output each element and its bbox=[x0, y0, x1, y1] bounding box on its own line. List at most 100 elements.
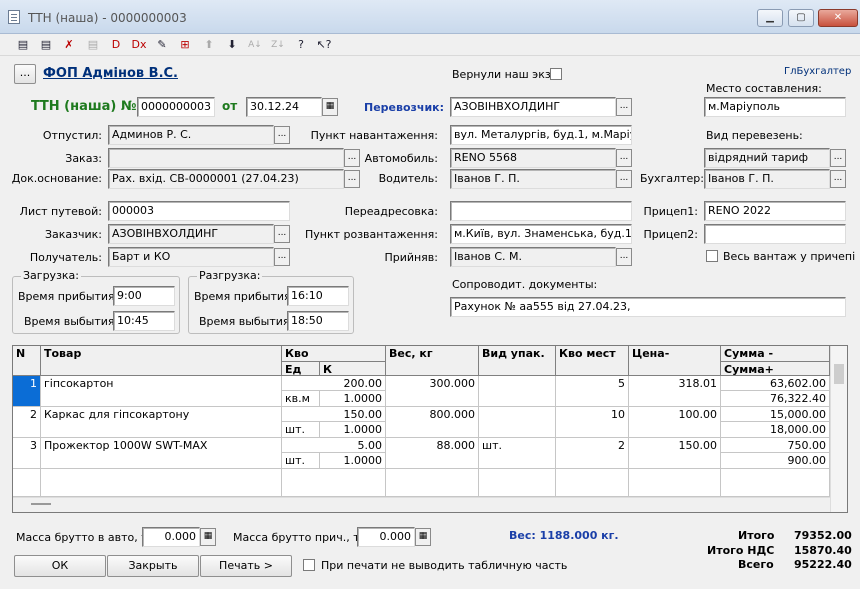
carrier-select-button[interactable]: ... bbox=[616, 98, 632, 116]
move-down-icon[interactable]: ⬇ bbox=[224, 37, 240, 53]
loading-departure-field[interactable]: 10:45 bbox=[113, 311, 175, 331]
released-field[interactable]: Админов Р. С. bbox=[108, 125, 274, 145]
horizontal-scrollbar[interactable] bbox=[13, 497, 830, 512]
place-field[interactable]: м.Маріуполь bbox=[704, 97, 846, 117]
select-org-button[interactable]: ... bbox=[14, 64, 36, 84]
col-header-places[interactable]: Кво мест bbox=[556, 346, 629, 376]
scroll-thumb[interactable] bbox=[834, 364, 844, 384]
sort-asc-icon[interactable]: A↓ bbox=[247, 37, 263, 53]
table-cell-goods[interactable]: Прожектор 1000W SWT-MAX bbox=[41, 438, 282, 469]
scroll-thumb[interactable] bbox=[31, 503, 51, 505]
close-button[interactable]: Закрыть bbox=[107, 555, 199, 577]
calculator-icon[interactable]: ▦ bbox=[200, 528, 216, 546]
minimize-button[interactable]: ▁ bbox=[757, 9, 783, 27]
trailer2-field[interactable] bbox=[704, 224, 846, 244]
whats-this-icon[interactable]: ↖? bbox=[316, 37, 332, 53]
transport-type-select-button[interactable]: ... bbox=[830, 149, 846, 167]
table-cell-weight[interactable]: 300.000 bbox=[386, 376, 479, 407]
table-cell-sum-plus[interactable]: 900.00 bbox=[721, 453, 830, 469]
copy-doc-icon[interactable]: ▤ bbox=[38, 37, 54, 53]
receiver-field[interactable]: Барт и КО bbox=[108, 247, 274, 267]
table-row-number[interactable]: 2 bbox=[13, 407, 41, 438]
table-empty-cell[interactable] bbox=[556, 469, 629, 497]
returned-copy-checkbox[interactable] bbox=[550, 68, 562, 80]
table-cell-sum-plus[interactable]: 76,322.40 bbox=[721, 391, 830, 407]
new-doc-icon[interactable]: ▤ bbox=[15, 37, 31, 53]
col-header-n[interactable]: N bbox=[13, 346, 41, 376]
no-table-print-checkbox[interactable] bbox=[303, 559, 315, 571]
waybill-field[interactable]: 000003 bbox=[108, 201, 290, 221]
table-cell-places[interactable]: 10 bbox=[556, 407, 629, 438]
table-cell-sum-plus[interactable]: 18,000.00 bbox=[721, 422, 830, 438]
gross-trailer-field[interactable]: 0.000 bbox=[357, 527, 415, 547]
table-empty-cell[interactable] bbox=[13, 469, 41, 497]
accountant-select-button[interactable]: ... bbox=[830, 170, 846, 188]
table-cell-price[interactable]: 150.00 bbox=[629, 438, 721, 469]
delete-doc-icon[interactable]: ✗ bbox=[61, 37, 77, 53]
accepted-field[interactable]: Іванов С. М. bbox=[450, 247, 616, 267]
table-cell-weight[interactable]: 88.000 bbox=[386, 438, 479, 469]
table-cell-price[interactable]: 100.00 bbox=[629, 407, 721, 438]
carrier-field[interactable]: АЗОВІНВХОЛДИНГ bbox=[450, 97, 616, 117]
load-point-field[interactable]: вул. Металургів, буд.1, м.Маріуполі bbox=[450, 125, 632, 145]
unload-point-field[interactable]: м.Київ, вул. Знаменська, буд.15 bbox=[450, 224, 632, 244]
table-cell-sum[interactable]: 750.00 bbox=[721, 438, 830, 453]
table-empty-cell[interactable] bbox=[386, 469, 479, 497]
accountant-field[interactable]: Іванов Г. П. bbox=[704, 169, 830, 189]
table-row-number[interactable]: 1 bbox=[13, 376, 41, 407]
calendar-icon[interactable]: ▦ bbox=[322, 98, 338, 116]
close-window-button[interactable]: ✕ bbox=[818, 9, 858, 27]
table-cell-pack[interactable]: шт. bbox=[479, 438, 556, 469]
table-cell-k[interactable]: 1.0000 bbox=[320, 453, 386, 469]
table-cell-qty[interactable]: 150.00 bbox=[282, 407, 386, 422]
table-empty-cell[interactable] bbox=[41, 469, 282, 497]
table-cell-unit[interactable]: шт. bbox=[282, 422, 320, 438]
unloading-departure-field[interactable]: 18:50 bbox=[287, 311, 349, 331]
table-cell-qty[interactable]: 200.00 bbox=[282, 376, 386, 391]
driver-select-button[interactable]: ... bbox=[616, 170, 632, 188]
table-cell-sum[interactable]: 63,602.00 bbox=[721, 376, 830, 391]
loading-arrival-field[interactable]: 9:00 bbox=[113, 286, 175, 306]
table-cell-pack[interactable] bbox=[479, 376, 556, 407]
table-cell-price[interactable]: 318.01 bbox=[629, 376, 721, 407]
gross-auto-field[interactable]: 0.000 bbox=[142, 527, 200, 547]
print-button[interactable]: Печать > bbox=[200, 555, 292, 577]
move-up-icon[interactable]: ⬆ bbox=[201, 37, 217, 53]
docs-field[interactable]: Рахунок № аа555 від 27.04.23, bbox=[450, 297, 846, 317]
customer-field[interactable]: АЗОВІНВХОЛДИНГ bbox=[108, 224, 274, 244]
col-header-sum-plus[interactable]: Сумма+ bbox=[721, 362, 830, 376]
maximize-button[interactable]: ▢ bbox=[788, 9, 814, 27]
accepted-select-button[interactable]: ... bbox=[616, 248, 632, 266]
print-preview-icon[interactable]: ▤ bbox=[85, 37, 101, 53]
table-cell-places[interactable]: 2 bbox=[556, 438, 629, 469]
table-cell-k[interactable]: 1.0000 bbox=[320, 391, 386, 407]
table-cell-pack[interactable] bbox=[479, 407, 556, 438]
delete-mark-icon[interactable]: Dx bbox=[131, 37, 147, 53]
released-select-button[interactable]: ... bbox=[274, 126, 290, 144]
col-header-qty[interactable]: Кво bbox=[282, 346, 386, 362]
table-empty-cell[interactable] bbox=[282, 469, 386, 497]
sort-desc-icon[interactable]: Z↓ bbox=[270, 37, 286, 53]
goods-table[interactable]: N Товар Кво Ед К Вес, кг Вид упак. Кво м… bbox=[12, 345, 848, 513]
table-cell-weight[interactable]: 800.000 bbox=[386, 407, 479, 438]
table-cell-k[interactable]: 1.0000 bbox=[320, 422, 386, 438]
col-header-price[interactable]: Цена- bbox=[629, 346, 721, 376]
trailer1-field[interactable]: RENO 2022 bbox=[704, 201, 846, 221]
edit-icon[interactable]: ✎ bbox=[154, 37, 170, 53]
table-cell-unit[interactable]: кв.м bbox=[282, 391, 320, 407]
help-icon[interactable]: ? bbox=[293, 37, 309, 53]
unloading-arrival-field[interactable]: 16:10 bbox=[287, 286, 349, 306]
car-field[interactable]: RENO 5568 bbox=[450, 148, 616, 168]
col-header-k[interactable]: К bbox=[320, 362, 386, 376]
table-cell-goods[interactable]: Каркас для гіпсокартону bbox=[41, 407, 282, 438]
all-cargo-trailer-checkbox[interactable] bbox=[706, 250, 718, 262]
unpost-icon[interactable]: D bbox=[108, 37, 124, 53]
col-header-pack[interactable]: Вид упак. bbox=[479, 346, 556, 376]
customer-select-button[interactable]: ... bbox=[274, 225, 290, 243]
table-empty-cell[interactable] bbox=[721, 469, 830, 497]
col-header-goods[interactable]: Товар bbox=[41, 346, 282, 376]
organization-link[interactable]: ФОП Адмінов В.С. bbox=[43, 66, 178, 81]
table-cell-qty[interactable]: 5.00 bbox=[282, 438, 386, 453]
table-cell-sum[interactable]: 15,000.00 bbox=[721, 407, 830, 422]
car-select-button[interactable]: ... bbox=[616, 149, 632, 167]
